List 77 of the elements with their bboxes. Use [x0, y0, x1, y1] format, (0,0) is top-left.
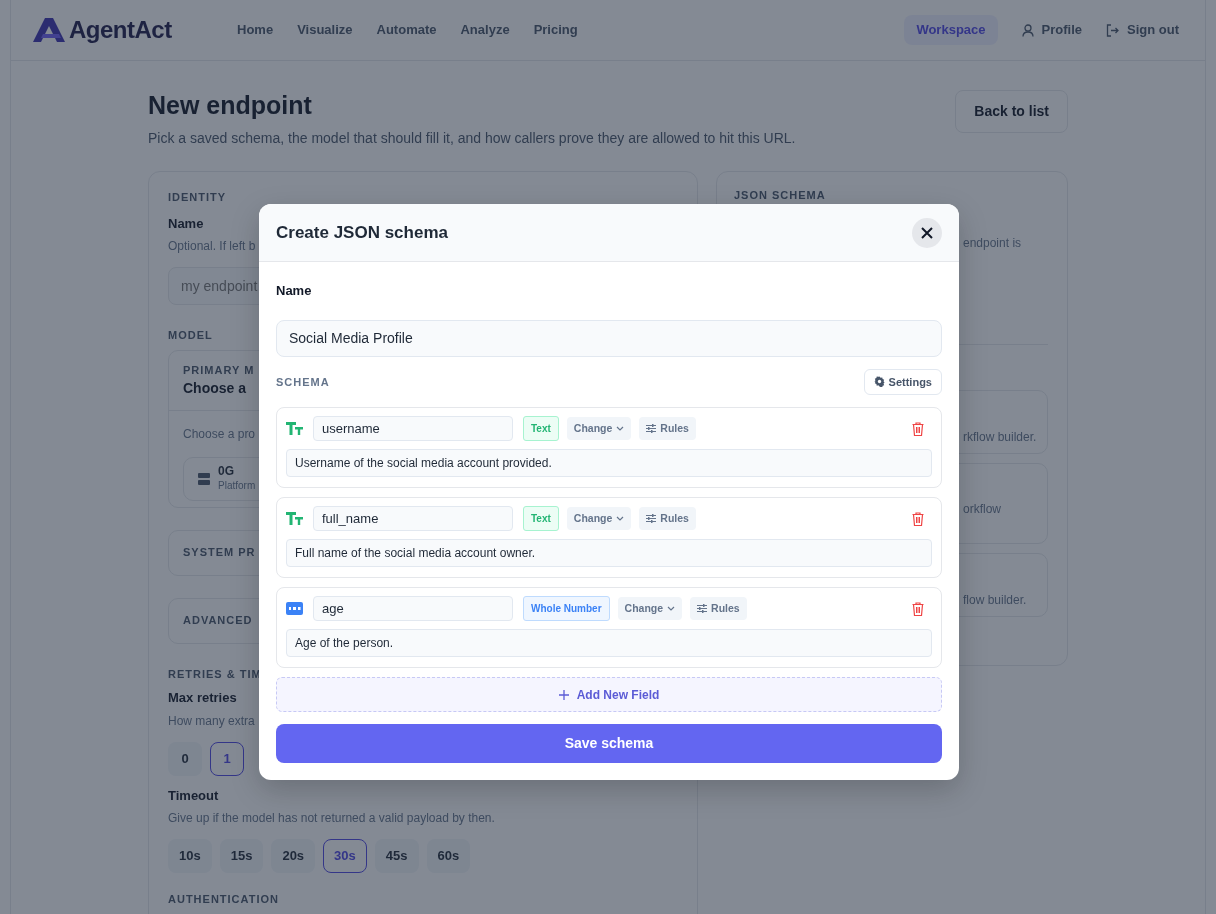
section-heading: SCHEMA	[276, 374, 330, 390]
field-hint: Give up if the model has not returned a valid payload by then.	[168, 810, 495, 827]
plus-icon	[558, 689, 569, 700]
sign-out-icon	[1106, 23, 1119, 37]
option-chip[interactable]: 15s	[219, 839, 264, 873]
change-button[interactable]: Change	[566, 506, 632, 531]
field-label: Max retries	[168, 689, 237, 707]
page-title: New endpoint	[148, 90, 313, 120]
rules-button[interactable]: Rules	[639, 416, 696, 441]
trash-icon[interactable]	[912, 601, 924, 616]
field-label: Timeout	[168, 786, 219, 805]
option-chip[interactable]: 60s	[426, 839, 471, 873]
section-heading: MODEL	[168, 328, 213, 343]
save-button[interactable]: Save schema	[276, 724, 942, 763]
chevron-down-icon	[667, 606, 676, 611]
option-chip[interactable]: 1	[210, 741, 244, 776]
chevron-down-icon	[616, 516, 625, 521]
nav-link[interactable]: Pricing	[533, 20, 578, 40]
gear-icon	[873, 376, 885, 388]
option-chip[interactable]: 0	[168, 741, 202, 776]
type-badge: Text	[523, 506, 559, 531]
nav-link[interactable]: Analyze	[460, 20, 510, 40]
description-input[interactable]: Username of the social media account provided.	[286, 449, 932, 477]
field-label: Name	[168, 214, 204, 233]
nav-link[interactable]: Workspace	[904, 15, 998, 45]
option-chip[interactable]: 30s	[323, 839, 367, 873]
add-field-button[interactable]: Add New Field	[276, 677, 942, 712]
card-title: Choose a	[183, 379, 246, 398]
field-name-input[interactable]: age	[313, 596, 513, 621]
sliders-icon	[646, 424, 657, 433]
brand-name[interactable]: AgentAct	[69, 12, 172, 48]
type-badge: Whole Number	[523, 596, 610, 621]
provider-type: Platform	[218, 479, 256, 494]
rules-button[interactable]: Rules	[639, 506, 696, 531]
change-button[interactable]: Change	[566, 416, 632, 441]
schema-description: endpoint is	[962, 234, 1023, 252]
text-type-icon	[286, 422, 303, 435]
field-label: Name	[276, 282, 313, 300]
modal-title: Create JSON schema	[276, 221, 448, 244]
settings-button[interactable]: Settings	[863, 368, 942, 395]
back-button[interactable]: Back to list	[955, 90, 1068, 133]
field-hint: How many extra	[168, 712, 255, 730]
nav-link[interactable]: Home	[237, 20, 274, 40]
nav-link[interactable]: Automate	[376, 20, 437, 40]
user-icon	[1021, 23, 1034, 37]
provider-name: 0G	[218, 465, 235, 479]
option-chip[interactable]: 45s	[374, 839, 419, 873]
sliders-icon	[697, 604, 708, 613]
section-heading: AUTHENTICATION	[168, 892, 279, 907]
nav-link[interactable]: Profile	[1021, 20, 1082, 40]
server-icon	[198, 473, 210, 486]
field-name-input[interactable]: username	[313, 416, 513, 441]
section-heading: IDENTITY	[168, 190, 227, 205]
field-name-input[interactable]: full_name	[313, 506, 513, 531]
chevron-down-icon	[616, 426, 625, 431]
rules-button[interactable]: Rules	[690, 596, 747, 621]
close-button[interactable]	[912, 217, 942, 248]
type-badge: Text	[523, 416, 559, 441]
description-input[interactable]: Age of the person.	[286, 629, 932, 657]
provider-hint: Choose a pro	[183, 426, 256, 443]
schema-name-input[interactable]: Social Media Profile	[276, 319, 942, 357]
page-subtitle: Pick a saved schema, the model that should fill it, and how callers prove they are allowed to hit this URL.	[148, 129, 796, 148]
number-type-icon	[286, 602, 303, 615]
text-type-icon	[286, 512, 303, 525]
nav-link[interactable]: Visualize	[297, 20, 353, 40]
nav-link[interactable]: Sign out	[1106, 20, 1179, 40]
trash-icon[interactable]	[912, 511, 924, 526]
trash-icon[interactable]	[912, 421, 924, 436]
option-chip[interactable]: 20s	[271, 839, 316, 873]
field-hint: Optional. If left b	[168, 238, 256, 255]
description-input[interactable]: Full name of the social media account owner.	[286, 539, 932, 567]
section-heading: JSON SCHEMA	[734, 188, 827, 203]
card-label: PRIMARY M	[183, 362, 255, 378]
close-icon	[921, 226, 933, 239]
change-button[interactable]: Change	[617, 596, 683, 621]
sliders-icon	[646, 514, 657, 523]
option-chip[interactable]: 10s	[168, 839, 212, 873]
